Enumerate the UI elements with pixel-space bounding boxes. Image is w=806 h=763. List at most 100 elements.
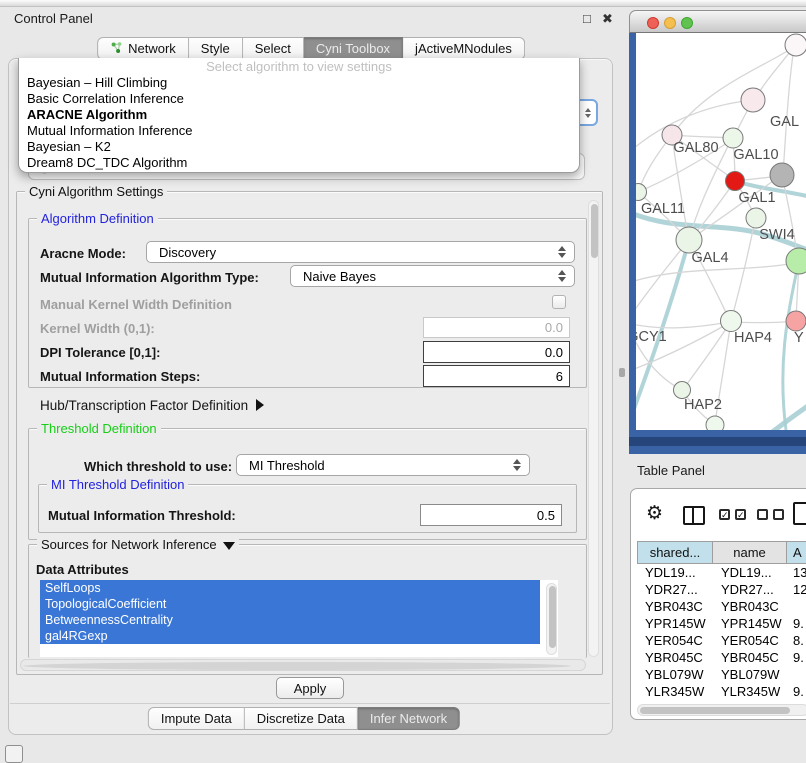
network-edge[interactable] bbox=[636, 240, 689, 321]
table-row[interactable]: YER054CYER054C8. bbox=[637, 632, 806, 649]
network-node-label: SWI4 bbox=[759, 227, 794, 243]
table-horizontal-scrollbar[interactable] bbox=[637, 704, 806, 716]
network-node-label: GAL4 bbox=[691, 250, 728, 266]
tab-jactivemnodules[interactable]: jActiveMNodules bbox=[403, 37, 525, 60]
minimize-window-icon[interactable] bbox=[664, 17, 676, 29]
tab-style[interactable]: Style bbox=[189, 37, 243, 60]
apply-button[interactable]: Apply bbox=[276, 677, 344, 699]
mi-threshold-input[interactable]: 0.5 bbox=[420, 504, 562, 526]
manual-kernel-checkbox[interactable] bbox=[552, 295, 566, 309]
network-edge-highlighted[interactable] bbox=[731, 381, 806, 430]
network-edge[interactable] bbox=[783, 47, 794, 173]
table-row[interactable]: YIL052CYIL052C9 bbox=[637, 700, 806, 702]
table-cell: 12 bbox=[787, 581, 806, 598]
unchecked-checkbox-icon[interactable] bbox=[757, 509, 768, 520]
tab-select[interactable]: Select bbox=[243, 37, 304, 60]
network-edge[interactable] bbox=[636, 322, 729, 328]
network-node-gal10[interactable] bbox=[723, 128, 743, 148]
network-node[interactable] bbox=[785, 34, 806, 56]
network-node-swi4[interactable] bbox=[746, 208, 766, 228]
network-node-y[interactable] bbox=[786, 311, 806, 331]
algorithm-option[interactable]: Bayesian – Hill Climbing bbox=[19, 75, 579, 91]
gear-icon[interactable]: ⚙ bbox=[646, 504, 663, 523]
network-node-label: HAP2 bbox=[684, 397, 722, 413]
table-row[interactable]: YBR045CYBR045C9. bbox=[637, 649, 806, 666]
aracne-mode-value: Discovery bbox=[159, 245, 216, 260]
network-edge[interactable] bbox=[636, 263, 796, 285]
top-tabs: Network Style Select Cyni Toolbox jActiveMNo… bbox=[97, 37, 525, 60]
column-header[interactable]: shared... bbox=[637, 541, 713, 564]
tab-label: Select bbox=[255, 41, 291, 56]
split-columns-icon[interactable] bbox=[683, 506, 705, 525]
table-row[interactable]: YLR345WYLR345W9. bbox=[637, 683, 806, 700]
float-panel-icon[interactable]: □ bbox=[583, 11, 591, 26]
close-window-icon[interactable] bbox=[647, 17, 659, 29]
unchecked-checkbox-icon[interactable] bbox=[773, 509, 784, 520]
table-row[interactable]: YDL19...YDL19...13 bbox=[637, 564, 806, 581]
network-node[interactable] bbox=[770, 163, 794, 187]
algorithm-option[interactable]: Basic Correlation Inference bbox=[19, 91, 579, 107]
checked-checkbox-icon[interactable]: ✓ bbox=[719, 509, 730, 520]
network-edge[interactable] bbox=[684, 321, 731, 388]
network-node-gal[interactable] bbox=[741, 88, 765, 112]
collapsed-panel-button[interactable] bbox=[5, 745, 23, 763]
table-row[interactable]: YPR145WYPR145W9. bbox=[637, 615, 806, 632]
algorithm-option[interactable]: Bayesian – K2 bbox=[19, 139, 579, 155]
network-node[interactable] bbox=[786, 248, 806, 274]
column-header[interactable]: A bbox=[787, 541, 806, 564]
tab-cyni-toolbox[interactable]: Cyni Toolbox bbox=[304, 37, 403, 60]
attribute-list-item[interactable]: BetweennessCentrality bbox=[40, 612, 540, 628]
attribute-list-item[interactable]: gal4RGexp bbox=[40, 628, 540, 644]
tab-discretize-data[interactable]: Discretize Data bbox=[245, 707, 358, 730]
algorithm-option[interactable]: Mutual Information Inference bbox=[19, 123, 579, 139]
table-row[interactable]: YBR043CYBR043C bbox=[637, 598, 806, 615]
checked-checkbox-icon[interactable]: ✓ bbox=[735, 509, 746, 520]
sources-toggle[interactable]: Sources for Network Inference bbox=[37, 537, 239, 552]
algorithm-definition-title: Algorithm Definition bbox=[37, 211, 158, 226]
settings-vertical-scrollbar[interactable] bbox=[588, 200, 599, 657]
algorithm-option[interactable]: Dream8 DC_TDC Algorithm bbox=[19, 155, 579, 171]
network-window-titlebar[interactable] bbox=[629, 10, 806, 33]
tab-network[interactable]: Network bbox=[97, 37, 189, 60]
network-node-hap2[interactable] bbox=[674, 382, 691, 399]
spinner-down-icon bbox=[585, 114, 591, 118]
mi-threshold-label: Mutual Information Threshold: bbox=[48, 508, 236, 523]
mi-steps-input[interactable]: 6 bbox=[423, 365, 570, 387]
tab-label: Network bbox=[128, 41, 176, 56]
network-node[interactable] bbox=[706, 416, 724, 430]
aracne-mode-select[interactable]: Discovery bbox=[146, 241, 575, 263]
network-node-label: Y bbox=[794, 330, 804, 346]
table-cell: 13 bbox=[787, 564, 806, 581]
tab-infer-network[interactable]: Infer Network bbox=[358, 707, 460, 730]
mi-type-select[interactable]: Naive Bayes bbox=[290, 265, 575, 287]
dpi-tolerance-input[interactable]: 0.0 bbox=[423, 341, 570, 363]
close-panel-icon[interactable]: ✖ bbox=[602, 11, 613, 27]
table-cell: YLR345W bbox=[637, 683, 713, 700]
table-row[interactable]: YDR27...YDR27...12 bbox=[637, 581, 806, 598]
split-pane-handle[interactable] bbox=[619, 368, 625, 377]
which-threshold-select[interactable]: MI Threshold bbox=[236, 454, 530, 476]
attributes-scrollbar[interactable] bbox=[546, 583, 557, 655]
network-canvas[interactable]: GALGAL80GAL10GAL1GAL11SWI4GAL4GCY1HAP4YH… bbox=[636, 33, 806, 430]
network-node-hap4[interactable] bbox=[721, 311, 742, 332]
attribute-list-item[interactable]: TopologicalCoefficient bbox=[40, 596, 540, 612]
network-edge[interactable] bbox=[731, 220, 755, 321]
column-header[interactable]: name bbox=[713, 541, 787, 564]
document-icon[interactable] bbox=[793, 502, 806, 525]
settings-horizontal-scrollbar[interactable] bbox=[20, 659, 586, 671]
algorithm-combo-spinner[interactable] bbox=[577, 99, 598, 126]
attribute-list-item[interactable]: SelfLoops bbox=[40, 580, 540, 596]
table-cell: YBR045C bbox=[713, 649, 787, 666]
network-edge[interactable] bbox=[782, 175, 798, 259]
data-attributes-list[interactable]: SelfLoopsTopologicalCoefficientBetweenne… bbox=[40, 580, 558, 657]
tab-impute-data[interactable]: Impute Data bbox=[148, 707, 245, 730]
kernel-width-input[interactable]: 0.0 bbox=[423, 317, 570, 338]
hub-section-toggle[interactable]: Hub/Transcription Factor Definition bbox=[40, 398, 264, 413]
tab-label: jActiveMNodules bbox=[415, 41, 512, 56]
table-row[interactable]: YBL079WYBL079W bbox=[637, 666, 806, 683]
chevron-down-icon bbox=[223, 542, 235, 550]
network-node-gal1[interactable] bbox=[726, 172, 745, 191]
zoom-window-icon[interactable] bbox=[681, 17, 693, 29]
algorithm-option[interactable]: ARACNE Algorithm bbox=[19, 107, 579, 123]
table-panel-window: ⚙ ✓ ✓ shared...nameA YDL19...YDL19...13Y… bbox=[630, 488, 806, 720]
